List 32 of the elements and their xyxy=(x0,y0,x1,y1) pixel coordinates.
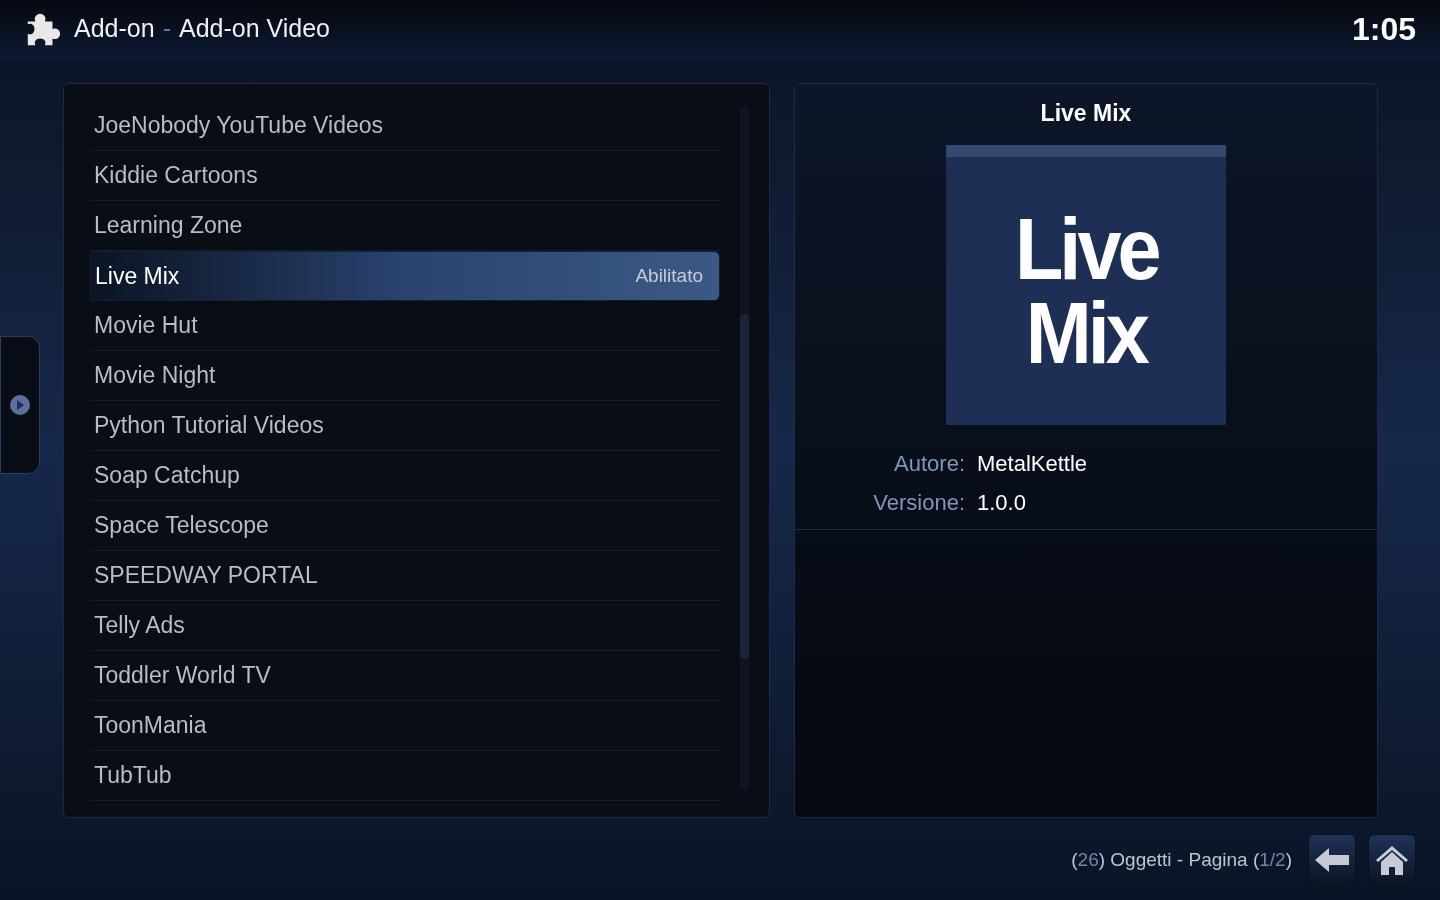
scrollbar[interactable] xyxy=(740,106,749,790)
play-icon xyxy=(9,394,31,416)
addon-list-item[interactable]: Movie Hut xyxy=(90,301,720,351)
thumbnail-logo-text: Mix xyxy=(1025,290,1147,375)
info-value: 1.0.0 xyxy=(977,488,1027,517)
addon-list-item[interactable]: Python Tutorial Videos xyxy=(90,401,720,451)
addon-list-item[interactable]: JoeNobody YouTube Videos xyxy=(90,101,720,151)
clock: 1:05 xyxy=(1351,10,1416,49)
back-button[interactable] xyxy=(1308,834,1356,886)
addon-list-item[interactable]: Movie Night xyxy=(90,351,720,401)
addon-title: Live Mix xyxy=(1040,99,1132,128)
info-value: MetalKettle xyxy=(977,449,1089,478)
addon-list-item[interactable]: Kiddie Cartoons xyxy=(90,151,720,201)
back-arrow-icon xyxy=(1315,848,1349,872)
item-count: (26) Oggetti - Pagina (1/2) xyxy=(1071,847,1292,872)
home-button[interactable] xyxy=(1368,834,1416,886)
addon-list-item[interactable]: Telly Ads xyxy=(90,601,720,651)
side-menu-tab[interactable] xyxy=(0,336,40,474)
addon-list-item[interactable]: TubTub xyxy=(90,751,720,801)
thumbnail-logo-text: Live xyxy=(1014,206,1158,291)
section-title: Add-on xyxy=(74,13,155,45)
info-label: Versione: xyxy=(872,488,965,517)
addon-list-item[interactable]: Soap Catchup xyxy=(90,451,720,501)
home-icon xyxy=(1375,844,1409,876)
addon-list-item[interactable]: Live Mix Abilitato xyxy=(90,251,720,301)
info-label: Autore: xyxy=(893,449,965,478)
window-title: Add-on Video xyxy=(178,13,330,45)
addon-list-item[interactable]: Space Telescope xyxy=(90,501,720,551)
addon-list-item[interactable]: Toddler World TV xyxy=(90,651,720,701)
addon-list-item[interactable]: SPEEDWAY PORTAL xyxy=(90,551,720,601)
title-separator: - xyxy=(162,13,171,45)
addon-list-item[interactable]: ToonMania xyxy=(90,701,720,751)
